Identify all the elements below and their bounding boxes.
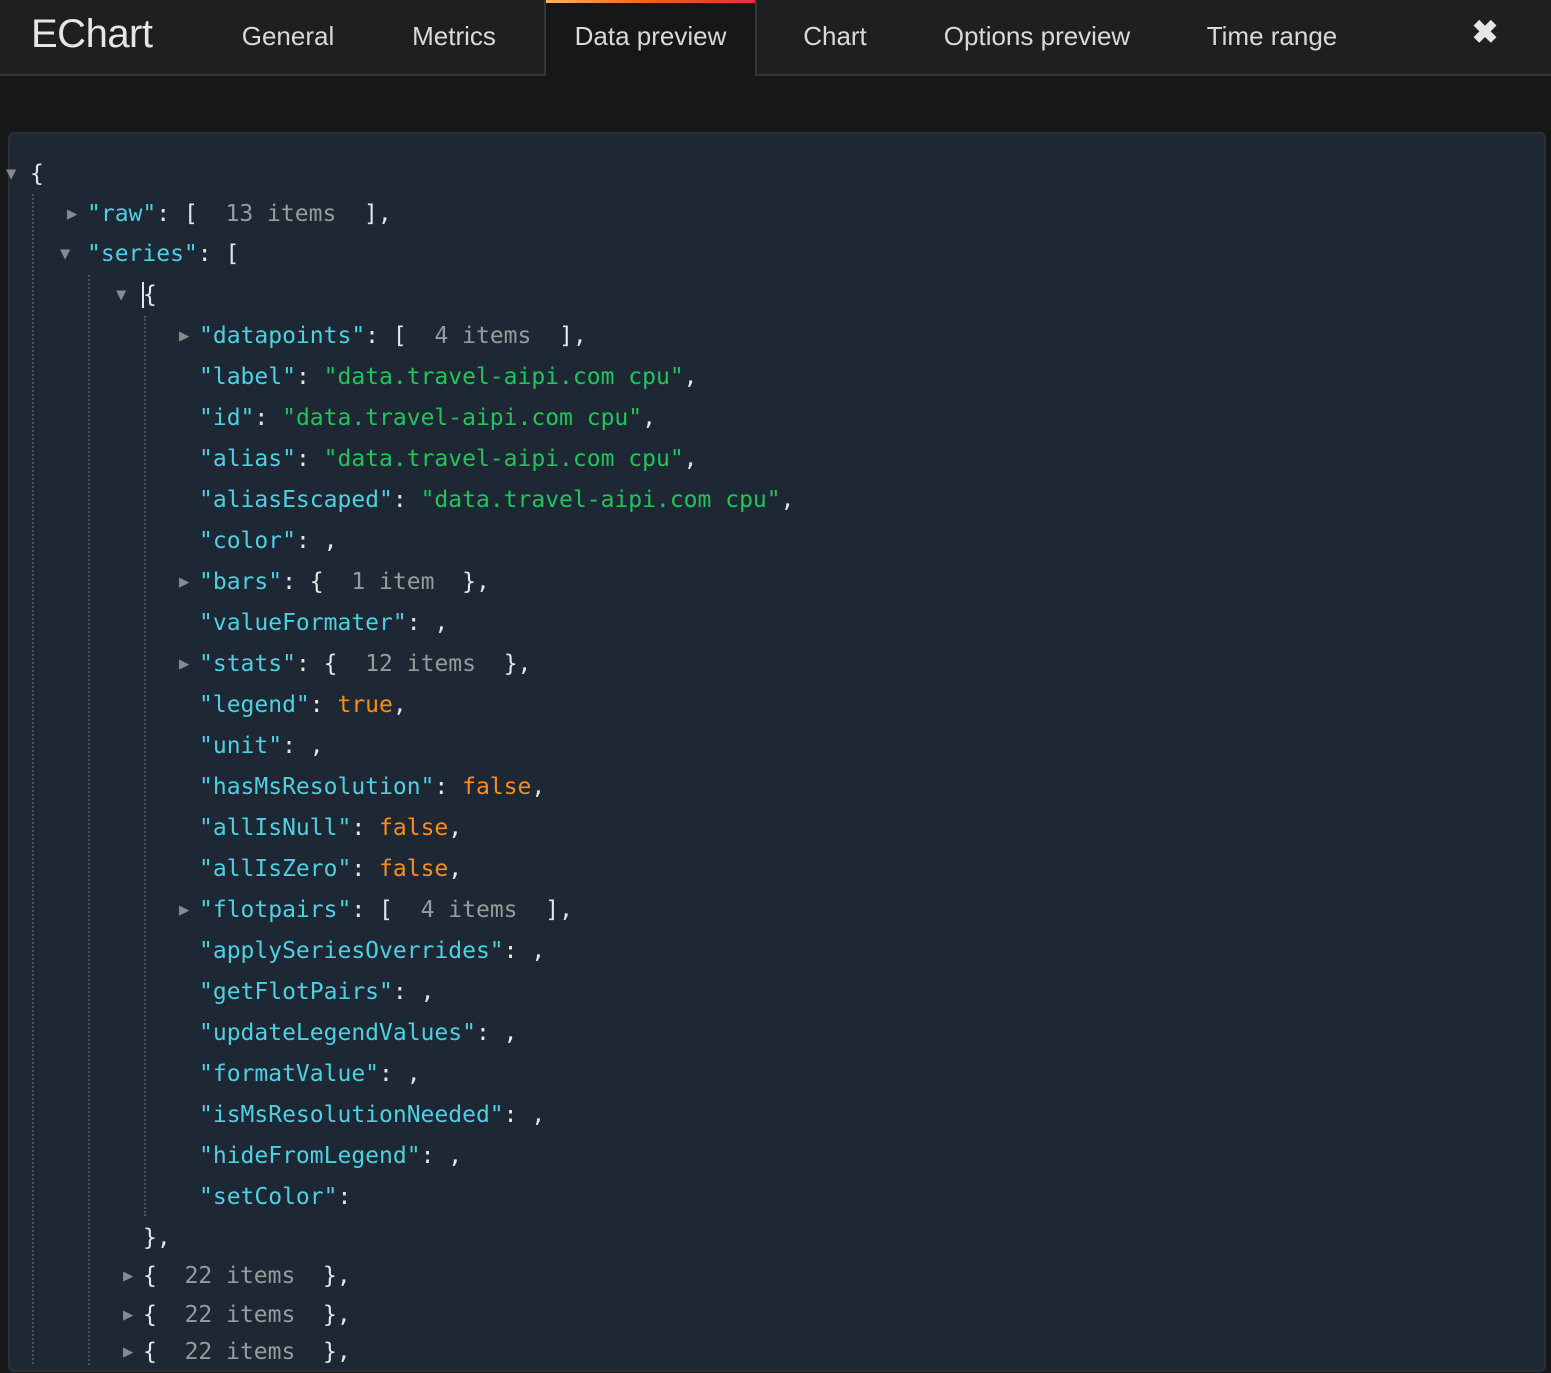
- tree-row-label: "label": "data.travel-aipi.com cpu",: [199, 364, 698, 390]
- tree-row-apply-series-overrides: "applySeriesOverrides": ,: [199, 938, 546, 964]
- collapse-arrow-icon[interactable]: ▼: [60, 244, 70, 264]
- tree-row-hide-from-legend: "hideFromLegend": ,: [199, 1143, 463, 1169]
- tab-data-preview[interactable]: Data preview: [544, 0, 757, 76]
- tree-guide: [144, 316, 146, 1216]
- tree-row-get-flot-pairs: "getFlotPairs": ,: [199, 979, 435, 1005]
- root-open: {: [30, 161, 44, 187]
- tab-options-preview[interactable]: Options preview: [925, 0, 1149, 74]
- tree-row-bars[interactable]: "bars": { 1 item },: [199, 562, 490, 603]
- tree-row-has-ms-resolution: "hasMsResolution": false,: [199, 774, 546, 800]
- tree-row-is-ms-resolution-needed: "isMsResolutionNeeded": ,: [199, 1102, 546, 1128]
- tree-row-value-formater: "valueFormater": ,: [199, 610, 449, 636]
- tree-row-all-is-zero: "allIsZero": false,: [199, 856, 463, 882]
- tab-general[interactable]: General: [220, 0, 356, 74]
- expand-arrow-icon[interactable]: ▶: [179, 572, 189, 592]
- tree-row-all-is-null: "allIsNull": false,: [199, 815, 463, 841]
- tree-row-id: "id": "data.travel-aipi.com cpu",: [199, 405, 656, 431]
- tree-row-alias: "alias": "data.travel-aipi.com cpu",: [199, 446, 698, 472]
- tree-row-stats[interactable]: "stats": { 12 items },: [199, 644, 531, 685]
- expand-arrow-icon[interactable]: ▶: [179, 900, 189, 920]
- expand-arrow-icon[interactable]: ▶: [123, 1342, 133, 1362]
- close-icon[interactable]: ✖: [1470, 14, 1500, 50]
- tree-row-series[interactable]: "series": [: [87, 234, 239, 275]
- tree-guide: [32, 194, 34, 1364]
- tree-row-datapoints[interactable]: "datapoints": [ 4 items ],: [199, 316, 587, 357]
- editor-header: EChart General Metrics Data preview Char…: [0, 0, 1551, 76]
- collapse-arrow-icon[interactable]: ▼: [116, 285, 126, 305]
- tree-row-raw[interactable]: "raw": [ 13 items ],: [87, 194, 392, 235]
- tree-row-set-color: "setColor":: [199, 1184, 352, 1210]
- tab-metrics[interactable]: Metrics: [386, 0, 522, 74]
- collapse-arrow-icon[interactable]: ▼: [6, 164, 16, 184]
- tree-guide: [88, 275, 90, 1365]
- expand-arrow-icon[interactable]: ▶: [179, 654, 189, 674]
- tree-row-color: "color": ,: [199, 528, 338, 554]
- tree-row-alias-escaped: "aliasEscaped": "data.travel-aipi.com cp…: [199, 487, 795, 513]
- series-item-open: {: [143, 282, 157, 308]
- expand-arrow-icon[interactable]: ▶: [179, 326, 189, 346]
- expand-arrow-icon[interactable]: ▶: [67, 204, 77, 224]
- tree-row-series-item[interactable]: { 22 items },: [143, 1332, 351, 1373]
- series-item-close: },: [143, 1225, 171, 1251]
- expand-arrow-icon[interactable]: ▶: [123, 1305, 133, 1325]
- panel-title: EChart: [31, 12, 153, 56]
- tree-row-unit: "unit": ,: [199, 733, 324, 759]
- tab-chart[interactable]: Chart: [780, 0, 890, 74]
- tree-row-flotpairs[interactable]: "flotpairs": [ 4 items ],: [199, 890, 573, 931]
- tree-row-series-item[interactable]: { 22 items },: [143, 1256, 351, 1297]
- tree-row-series-item[interactable]: { 22 items },: [143, 1295, 351, 1336]
- tree-row-update-legend-values: "updateLegendValues": ,: [199, 1020, 518, 1046]
- tree-row-format-value: "formatValue": ,: [199, 1061, 421, 1087]
- tree-row-legend: "legend": true,: [199, 692, 407, 718]
- tab-time-range[interactable]: Time range: [1190, 0, 1354, 74]
- expand-arrow-icon[interactable]: ▶: [123, 1266, 133, 1286]
